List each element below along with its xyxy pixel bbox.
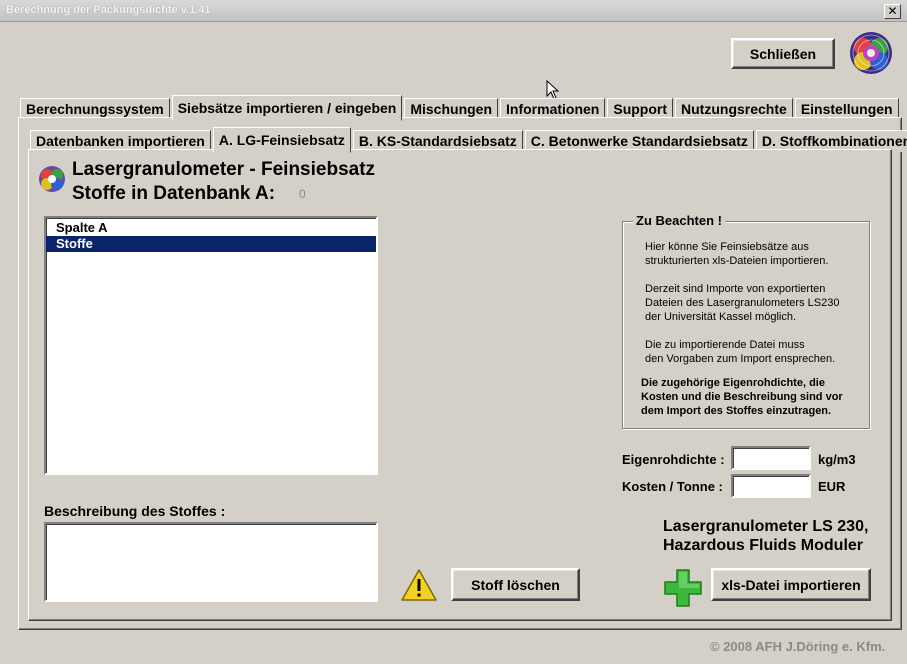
notice-bold-line: dem Import des Stoffes einzutragen. (641, 405, 832, 417)
cost-unit: EUR (818, 479, 846, 494)
notice-line: Die zu importierende Datei muss (645, 339, 805, 351)
description-textarea[interactable] (44, 522, 378, 602)
notice-bold-line: Kosten und die Beschreibung sind vor (641, 391, 843, 403)
stoffe-count: 0 (299, 187, 306, 201)
add-plus-icon (664, 569, 702, 607)
notice-line: den Vorgaben zum Import ensprechen. (645, 353, 836, 365)
page-title: Lasergranulometer - Feinsiebsatz (72, 159, 376, 180)
cost-label: Kosten / Tonne : (622, 479, 723, 494)
device-line-1: Lasergranulometer LS 230, (663, 518, 869, 535)
density-label: Eigenrohdichte : (622, 452, 725, 467)
title-bar: Berechnung der Packungsdichte v.1.41 ✕ (0, 0, 907, 22)
notice-line: Derzeit sind Importe von exportierten (645, 283, 826, 295)
import-xls-button[interactable]: xls-Datei importieren (711, 568, 871, 601)
notice-line: der Universität Kassel möglich. (645, 311, 797, 323)
device-line-2: Hazardous Fluids Moduler (663, 537, 864, 554)
page-subtitle: Stoffe in Datenbank A: (72, 183, 276, 204)
list-item[interactable]: Stoffe (46, 236, 376, 252)
tab-siebsaetze[interactable]: Siebsätze importieren / eingeben (171, 95, 403, 121)
close-app-button[interactable]: Schließen (731, 38, 835, 69)
notice-line: strukturierten xls-Dateien importieren. (645, 255, 829, 267)
warning-triangle-icon (401, 569, 437, 601)
delete-stoff-button[interactable]: Stoff löschen (451, 568, 580, 601)
app-logo-icon (850, 32, 892, 74)
density-unit: kg/m3 (818, 452, 856, 467)
notice-line: Dateien des Lasergranulometers LS230 (645, 297, 840, 309)
list-item[interactable]: Spalte A (46, 220, 376, 236)
density-input[interactable] (731, 446, 811, 470)
copyright-footer: © 2008 AFH J.Döring e. Kfm. (710, 639, 886, 654)
window-close-button[interactable]: ✕ (884, 4, 901, 19)
notice-title: Zu Beachten ! (633, 213, 725, 228)
stoffe-listbox[interactable]: Spalte A Stoffe (44, 216, 378, 475)
description-label: Beschreibung des Stoffes : (44, 503, 226, 519)
subtab-lg-feinsiebsatz[interactable]: A. LG-Feinsiebsatz (212, 127, 351, 153)
database-ball-icon (39, 166, 65, 192)
notice-line: Hier könne Sie Feinsiebsätze aus (645, 241, 809, 253)
cost-input[interactable] (731, 474, 811, 498)
notice-bold-line: Die zugehörige Eigenrohdichte, die (641, 377, 825, 389)
window-title: Berechnung der Packungsdichte v.1.41 (6, 4, 211, 16)
